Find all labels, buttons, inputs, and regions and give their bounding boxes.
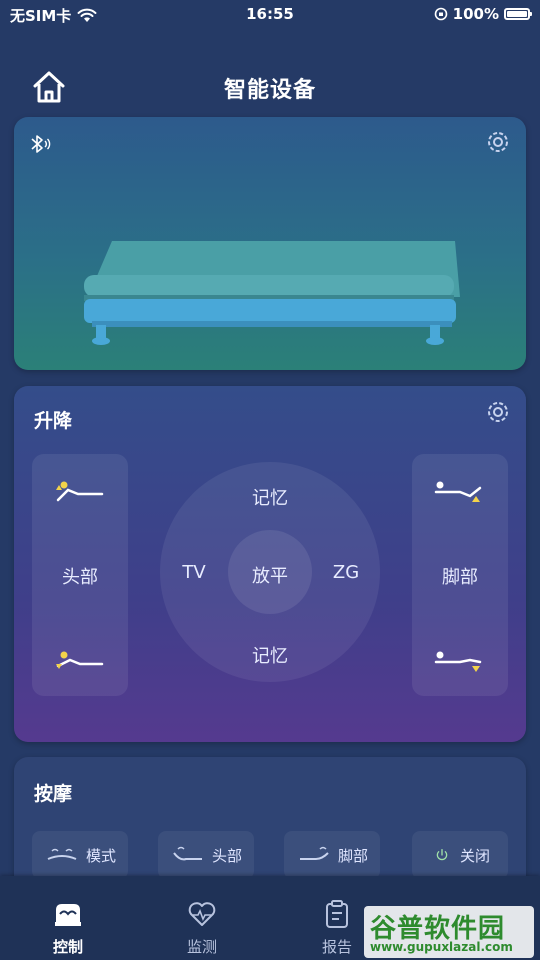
- tab-control-label: 控制: [52, 938, 83, 956]
- lift-control-card: 升降 头部 记忆 记忆 TV ZG 放平 脚部: [14, 386, 526, 742]
- head-label: 头部: [62, 567, 98, 588]
- tv-button[interactable]: TV: [170, 562, 218, 583]
- massage-mode-label: 模式: [85, 846, 116, 865]
- battery-percent: 100%: [452, 5, 499, 23]
- page-title: 智能设备: [223, 78, 316, 103]
- lift-settings-gear-icon[interactable]: [484, 398, 512, 426]
- tab-monitor-label: 监测: [186, 938, 217, 956]
- massage-foot-icon: [299, 846, 329, 860]
- foot-down-icon[interactable]: [430, 646, 490, 676]
- massage-off-button[interactable]: 关闭: [412, 831, 508, 879]
- status-bar: 无SIM卡 16:55 100%: [0, 0, 540, 30]
- memory-top-button[interactable]: 记忆: [230, 484, 310, 510]
- head-down-icon[interactable]: [50, 646, 110, 676]
- bed-settings-gear-icon[interactable]: [484, 128, 512, 156]
- massage-off-label: 关闭: [459, 846, 490, 865]
- watermark-url: www.gupuxlazal.com: [370, 940, 513, 954]
- zg-button[interactable]: ZG: [322, 562, 370, 583]
- bed-control-icon: [55, 904, 81, 926]
- flat-button-bg[interactable]: 放平: [228, 530, 312, 614]
- bluetooth-icon[interactable]: [26, 131, 52, 157]
- clipboard-report-icon: [326, 900, 348, 928]
- watermark: 谷普软件园 www.gupuxlazal.com: [364, 906, 534, 958]
- power-icon: [436, 849, 448, 861]
- orientation-lock-icon: [434, 7, 447, 21]
- memory-bottom-button[interactable]: 记忆: [230, 642, 310, 668]
- bed-illustration: [84, 241, 460, 345]
- massage-mode-button[interactable]: 模式: [32, 831, 128, 879]
- foot-up-icon[interactable]: [430, 476, 490, 506]
- bed-status-card: [14, 117, 526, 370]
- foot-label: 脚部: [442, 567, 478, 588]
- tab-monitor[interactable]: 监测: [152, 876, 252, 960]
- head-up-icon[interactable]: [50, 476, 110, 506]
- flat-button[interactable]: 放平: [228, 562, 312, 588]
- massage-foot-label: 脚部: [337, 846, 368, 865]
- massage-head-label: 头部: [211, 846, 242, 865]
- massage-mode-icon: [47, 848, 77, 860]
- lift-dial: 记忆 记忆 TV ZG 放平: [160, 462, 380, 682]
- massage-section-title: 按摩: [34, 783, 73, 805]
- battery-icon: [504, 8, 532, 20]
- heart-monitor-icon: [188, 902, 216, 926]
- lift-section-title: 升降: [34, 410, 73, 432]
- tab-control[interactable]: 控制: [18, 876, 118, 960]
- head-lift-panel: 头部: [32, 454, 128, 696]
- header: 智能设备: [0, 62, 540, 112]
- foot-lift-panel: 脚部: [412, 454, 508, 696]
- massage-head-button[interactable]: 头部: [158, 831, 254, 879]
- massage-foot-button[interactable]: 脚部: [284, 831, 380, 879]
- massage-head-icon: [173, 846, 202, 861]
